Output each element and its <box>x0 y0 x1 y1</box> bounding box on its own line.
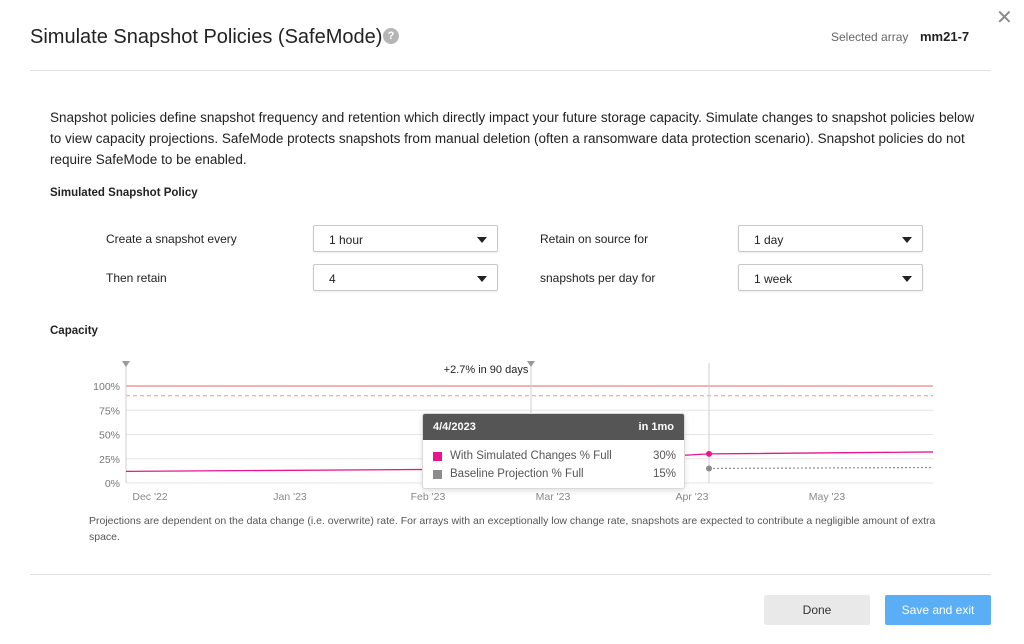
chevron-down-icon <box>902 237 912 243</box>
y-tick-label: 0% <box>105 478 120 490</box>
header-divider <box>30 70 991 71</box>
policy-section-title: Simulated Snapshot Policy <box>50 187 198 199</box>
chevron-down-icon <box>477 237 487 243</box>
then-retain-select[interactable]: 4 <box>313 264 498 291</box>
tooltip-header: 4/4/2023 in 1mo <box>423 414 684 440</box>
close-icon[interactable]: ✕ <box>996 8 1013 28</box>
policy-description: Snapshot policies define snapshot freque… <box>50 110 975 167</box>
data-point-simulated <box>706 450 712 457</box>
snapshots-per-day-select[interactable]: 1 week <box>738 264 923 291</box>
retain-source-value: 1 day <box>754 233 784 247</box>
y-tick-label: 75% <box>99 405 120 417</box>
chevron-down-icon <box>902 276 912 282</box>
series-line-baseline <box>708 466 934 470</box>
done-button[interactable]: Done <box>764 595 870 625</box>
then-retain-value: 4 <box>329 272 336 286</box>
dialog-title: Simulate Snapshot Policies (SafeMode) <box>30 26 383 48</box>
x-tick-label: Mar '23 <box>536 491 571 503</box>
tooltip-row-label: With Simulated Changes % Full <box>450 450 612 462</box>
x-tick-label: May '23 <box>809 491 846 503</box>
x-tick-label: Apr '23 <box>676 491 709 503</box>
selected-array-label: Selected array <box>831 30 909 44</box>
then-retain-label: Then retain <box>106 271 167 285</box>
tooltip-range: in 1mo <box>638 421 674 433</box>
x-tick-label: Jan '23 <box>273 491 307 503</box>
tooltip-date: 4/4/2023 <box>433 421 476 433</box>
tooltip-row-simulated: With Simulated Changes % Full 30% <box>433 450 676 464</box>
question-circle-icon[interactable]: ? <box>383 28 399 44</box>
x-tick-label: Dec '22 <box>132 491 167 503</box>
data-point-baseline <box>706 465 712 472</box>
save-and-exit-button[interactable]: Save and exit <box>885 595 991 625</box>
create-snapshot-select[interactable]: 1 hour <box>313 225 498 252</box>
footer-divider <box>30 574 991 575</box>
x-tick-label: Feb '23 <box>411 491 446 503</box>
capacity-footnote: Projections are dependent on the data ch… <box>89 515 936 543</box>
snapshots-per-day-label: snapshots per day for <box>540 271 656 285</box>
y-tick-label: 25% <box>99 454 120 466</box>
retain-source-label: Retain on source for <box>540 232 649 246</box>
capacity-section-title: Capacity <box>50 325 98 337</box>
create-snapshot-label: Create a snapshot every <box>106 232 237 246</box>
projection-annotation: +2.7% in 90 days <box>444 364 529 376</box>
y-tick-label: 50% <box>99 430 120 442</box>
tooltip-row-value: 15% <box>652 468 676 480</box>
tooltip-row-value: 30% <box>652 450 676 462</box>
create-snapshot-value: 1 hour <box>329 233 364 247</box>
y-tick-label: 100% <box>93 381 120 393</box>
retain-source-select[interactable]: 1 day <box>738 225 923 252</box>
legend-swatch-baseline <box>433 470 442 479</box>
chevron-down-icon <box>477 276 487 282</box>
chart-tooltip: 4/4/2023 in 1mo With Simulated Changes %… <box>422 413 685 489</box>
range-start-handle <box>122 361 130 367</box>
snapshots-per-day-value: 1 week <box>754 272 793 286</box>
selected-array-value: mm21-7 <box>920 29 970 44</box>
legend-swatch-simulated <box>433 452 442 461</box>
tooltip-row-baseline: Baseline Projection % Full 15% <box>433 468 676 482</box>
tooltip-row-label: Baseline Projection % Full <box>450 468 584 480</box>
